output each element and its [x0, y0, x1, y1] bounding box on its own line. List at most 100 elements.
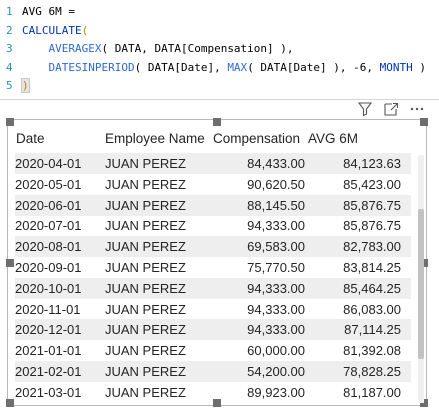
code-token: ) — [412, 60, 427, 74]
resize-handle-middle-left[interactable] — [6, 259, 14, 267]
resize-handle-top-left[interactable] — [6, 118, 14, 126]
visual-header — [357, 100, 425, 118]
line-number: 1 — [6, 5, 13, 18]
cell-employee-name: JUAN PEREZ — [105, 218, 186, 234]
cell-avg-6m: 87,114.25 — [344, 322, 401, 338]
code-text: DATESINPERIOD( DATA[Date], MAX( DATA[Dat… — [22, 59, 427, 77]
cell-employee-name: JUAN PEREZ — [105, 384, 186, 400]
column-header-compensation[interactable]: Compensation — [213, 123, 300, 155]
cell-date: 2021-02-01 — [15, 364, 82, 379]
line-number: 3 — [6, 42, 13, 55]
cell-avg-6m: 86,083.00 — [343, 301, 401, 317]
code-token: ( — [81, 23, 89, 37]
code-text: ) — [21, 77, 30, 95]
code-token: ) — [21, 78, 30, 93]
cell-avg-6m: 82,783.00 — [343, 239, 401, 255]
cell-avg-6m: 85,464.25 — [343, 280, 401, 296]
cell-date: 2021-01-01 — [15, 343, 82, 359]
code-token: MAX — [227, 60, 248, 74]
table-row[interactable]: 2020-07-01 JUAN PEREZ 94,333.00 85,876.75 — [15, 215, 411, 236]
code-token: CALCULATE — [22, 23, 82, 37]
focus-mode-icon[interactable] — [383, 101, 399, 117]
table-header: Date Employee Name Compensation AVG 6M — [15, 123, 411, 155]
cell-employee-name: JUAN PEREZ — [105, 364, 186, 379]
cell-employee-name: JUAN PEREZ — [105, 260, 186, 275]
cell-date: 2020-10-01 — [15, 280, 82, 296]
cell-compensation: 94,333.00 — [247, 218, 305, 234]
table-row[interactable]: 2020-05-01 JUAN PEREZ 90,620.50 85,423.00 — [15, 174, 411, 195]
code-token: AVG 6M = — [22, 5, 75, 18]
table-row[interactable]: 2021-01-01 JUAN PEREZ 60,000.00 81,392.08 — [15, 340, 411, 361]
scrollbar-thumb[interactable] — [418, 208, 424, 359]
table-row[interactable]: 2020-09-01 JUAN PEREZ 75,770.50 83,814.25 — [15, 257, 411, 278]
resize-handle-top-right[interactable] — [420, 118, 428, 126]
code-text: AVG 6M = — [22, 3, 75, 21]
code-text: CALCULATE( — [22, 22, 88, 40]
cell-compensation: 54,200.00 — [247, 364, 305, 379]
cell-employee-name: JUAN PEREZ — [105, 197, 186, 213]
cell-compensation: 88,145.50 — [247, 197, 305, 213]
more-options-icon[interactable] — [409, 101, 425, 117]
cell-avg-6m: 81,187.00 — [343, 384, 401, 400]
cell-employee-name: JUAN PEREZ — [105, 176, 186, 192]
cell-avg-6m: 78,828.25 — [343, 364, 401, 379]
cell-employee-name: JUAN PEREZ — [105, 301, 186, 317]
cell-date: 2020-06-01 — [15, 197, 82, 213]
code-token: AVERAGEX — [48, 42, 102, 55]
code-token: ( DATA[Date], — [134, 60, 228, 74]
cell-date: 2020-08-01 — [15, 239, 82, 255]
cell-compensation: 69,583.00 — [247, 239, 305, 255]
cell-avg-6m: 85,876.75 — [343, 218, 401, 234]
cell-compensation: 89,923.00 — [247, 384, 305, 400]
code-token: DATESINPERIOD — [48, 60, 135, 74]
code-token: ( DATA[Date] ), -6, — [247, 60, 380, 74]
cell-compensation: 60,000.00 — [247, 343, 305, 359]
table-row[interactable]: 2021-03-01 JUAN PEREZ 89,923.00 81,187.00 — [15, 382, 411, 403]
line-number: 4 — [6, 60, 13, 74]
table-visual[interactable]: Date Employee Name Compensation AVG 6M 2… — [6, 118, 428, 407]
cell-date: 2020-04-01 — [15, 156, 82, 171]
table-row[interactable]: 2020-12-01 JUAN PEREZ 94,333.00 87,114.25 — [15, 319, 411, 341]
table-row[interactable]: 2020-04-01 JUAN PEREZ 84,433.00 84,123.63 — [15, 153, 411, 174]
column-header-avg-6m[interactable]: AVG 6M — [308, 123, 358, 155]
cell-compensation: 75,770.50 — [247, 260, 305, 275]
cell-employee-name: JUAN PEREZ — [105, 280, 186, 296]
cell-date: 2020-09-01 — [15, 260, 82, 275]
cell-date: 2020-05-01 — [15, 176, 82, 192]
cell-compensation: 90,620.50 — [247, 176, 305, 192]
cell-date: 2020-11-01 — [15, 301, 81, 317]
table-row[interactable]: 2020-08-01 JUAN PEREZ 69,583.00 82,783.00 — [15, 236, 411, 258]
column-header-date[interactable]: Date — [16, 123, 45, 155]
resize-handle-bottom-left[interactable] — [6, 399, 14, 407]
cell-employee-name: JUAN PEREZ — [105, 156, 186, 171]
cell-avg-6m: 84,123.63 — [343, 156, 401, 171]
table-row[interactable]: 2020-06-01 JUAN PEREZ 88,145.50 85,876.75 — [15, 194, 411, 216]
cell-employee-name: JUAN PEREZ — [105, 343, 186, 359]
table-row[interactable]: 2021-02-01 JUAN PEREZ 54,200.00 78,828.25 — [15, 361, 411, 382]
dax-formula-editor[interactable]: 1 AVG 6M = 2 CALCULATE(3 AVERAGEX( DATA, DA… — [0, 0, 439, 100]
cell-compensation: 94,333.00 — [247, 322, 305, 338]
cell-date: 2020-12-01 — [15, 322, 82, 338]
code-text: AVERAGEX( DATA, DATA[Compensation] ), — [22, 40, 294, 58]
column-header-employee-name[interactable]: Employee Name — [105, 123, 205, 155]
table-row[interactable]: 2020-10-01 JUAN PEREZ 94,333.00 85,464.25 — [15, 277, 411, 299]
filter-icon[interactable] — [357, 101, 373, 117]
cell-avg-6m: 85,423.00 — [343, 176, 401, 192]
line-number: 5 — [6, 79, 13, 92]
cell-employee-name: JUAN PEREZ — [105, 322, 186, 338]
cell-compensation: 94,333.00 — [247, 280, 305, 296]
table-body: 2020-04-01 JUAN PEREZ 84,433.00 84,123.63 20… — [15, 153, 411, 403]
code-token: ( DATA, DATA[Compensation] ), — [101, 42, 294, 55]
cell-date: 2021-03-01 — [15, 384, 82, 400]
vertical-scrollbar[interactable] — [418, 155, 424, 403]
table-row[interactable]: 2020-11-01 JUAN PEREZ 94,333.00 86,083.00 — [15, 299, 411, 320]
cell-avg-6m: 83,814.25 — [343, 260, 401, 275]
code-token: MONTH — [379, 60, 413, 74]
line-number: 2 — [6, 23, 13, 37]
cell-employee-name: JUAN PEREZ — [105, 239, 186, 255]
cell-avg-6m: 81,392.08 — [343, 343, 401, 359]
cell-date: 2020-07-01 — [15, 218, 82, 234]
cell-compensation: 94,333.00 — [247, 301, 305, 317]
